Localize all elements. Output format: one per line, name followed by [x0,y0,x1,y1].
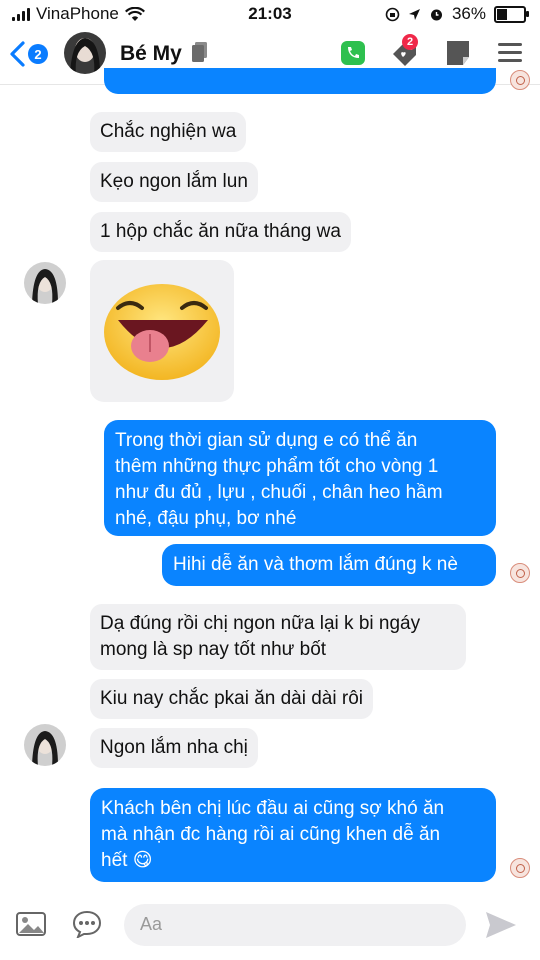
avatar-photo [24,262,66,304]
phone-call-icon[interactable] [340,40,366,66]
seen-receipt-avatar [510,563,530,583]
avatar-photo [64,32,106,74]
message-line: như đu đủ , lựu , chuối , chân heo hầm [115,482,443,503]
chevron-left-icon [10,41,25,67]
message-bubble-incoming[interactable]: Kiu nay chắc pkai ăn dài dài rôi [90,679,373,719]
photo-gallery-icon[interactable] [16,912,46,936]
message-line: Khách bên chị lúc đầu ai cũng sợ khó ăn [101,798,445,819]
message-line: mà nhận đc hàng rồi ai cũng khen dễ ăn [101,824,441,845]
menu-icon[interactable] [498,42,522,64]
message-bubble-incoming[interactable]: Kẹo ngon lắm lun [90,162,258,202]
document-icon [192,42,207,62]
seen-receipt-avatar [510,70,530,90]
battery-level-fill [497,8,508,20]
message-line: Dạ đúng rồi chị ngon nữa lại k bi ngáy [100,613,421,634]
sticker-message[interactable] [90,260,234,402]
message-input-placeholder: Aa [140,914,163,934]
message-bubble-outgoing[interactable]: Khách bên chị lúc đầu ai cũng sợ khó ăn … [90,788,496,882]
composer-bar: Aa [0,890,540,960]
alarm-icon [430,9,442,20]
location-arrow-icon [408,8,420,20]
note-icon[interactable] [446,40,470,66]
notification-badge: 2 [402,34,418,50]
message-line: mong là sp nay tốt như bốt [100,639,327,660]
message-bubble-outgoing[interactable]: Hihi dễ ăn và thơm lắm đúng k nè [162,544,496,586]
status-bar: VinaPhone 21:03 36% [0,0,540,28]
chat-bubble-icon[interactable] [72,910,102,938]
message-bubble-outgoing[interactable]: Trong thời gian sử dụng e có thể ăn thêm… [104,420,496,536]
battery-percent: 36% [451,4,486,23]
screen-rotation-lock-icon [385,7,400,21]
message-bubble-incoming[interactable]: Dạ đúng rồi chị ngon nữa lại k bi ngáy m… [90,604,466,670]
message-line: hết 😋 [101,850,153,871]
sender-avatar[interactable] [24,262,66,304]
contact-name[interactable]: Bé My [120,42,182,66]
contact-avatar[interactable] [64,32,106,74]
message-bubble-outgoing-clipped[interactable] [104,68,496,94]
seen-receipt-avatar [510,858,530,878]
message-line: nhé, đậu phụ, bơ nhé [115,508,297,529]
battery-icon [494,5,529,23]
message-line: Trong thời gian sử dụng e có thể ăn [115,430,418,451]
message-bubble-incoming[interactable]: Ngon lắm nha chị [90,728,258,768]
message-line: thêm những thực phẩm tốt cho vòng 1 [115,456,439,477]
back-button[interactable]: 2 [8,40,48,68]
message-bubble-incoming[interactable]: Chắc nghiện wa [90,112,247,152]
tongue-out-emoji-sticker [104,284,220,380]
send-icon[interactable] [484,910,518,940]
message-bubble-incoming[interactable]: 1 hộp chắc ăn nữa tháng wa [90,212,351,252]
unread-count-badge: 2 [28,44,48,64]
sender-avatar[interactable] [24,724,66,766]
avatar-photo [24,724,66,766]
message-input[interactable]: Aa [124,904,466,946]
tag-button[interactable]: 2 [390,34,422,68]
status-right: 36% [385,4,529,24]
